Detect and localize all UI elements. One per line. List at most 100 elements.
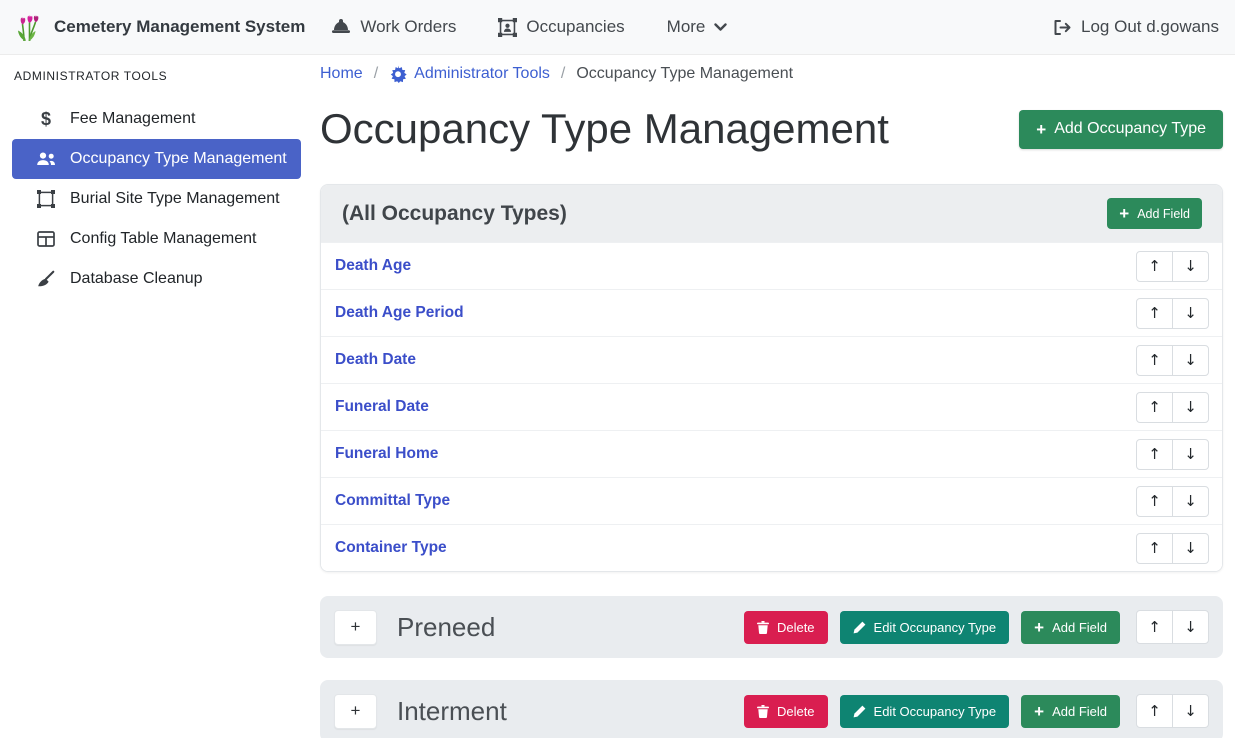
move-up-button[interactable]: ↑ xyxy=(1136,694,1173,728)
breadcrumb-separator: / xyxy=(374,65,378,83)
field-row: Death Age Period ↑ ↓ xyxy=(321,289,1222,336)
reorder-controls: ↑ ↓ xyxy=(1136,486,1209,517)
panel-add-field-button[interactable]: + Add Field xyxy=(1107,198,1202,229)
brand[interactable]: Cemetery Management System xyxy=(16,12,305,42)
breadcrumb-separator: / xyxy=(561,65,565,83)
add-field-label: Add Field xyxy=(1052,704,1107,719)
nav-item-label: Occupancies xyxy=(526,17,624,37)
field-link-death-age-period[interactable]: Death Age Period xyxy=(335,304,464,322)
trash-icon xyxy=(757,705,769,718)
tulip-logo-icon xyxy=(16,12,43,42)
sidebar-item-config-table-management[interactable]: Config Table Management xyxy=(12,219,301,259)
add-field-button[interactable]: + Add Field xyxy=(1021,695,1120,728)
sidebar-item-database-cleanup[interactable]: Database Cleanup xyxy=(12,259,301,299)
main-content: Home / Administrator Tools / Occupancy T… xyxy=(310,55,1235,738)
breadcrumb-label: Administrator Tools xyxy=(414,65,550,83)
reorder-controls: ↑ ↓ xyxy=(1136,251,1209,282)
move-down-button[interactable]: ↓ xyxy=(1172,345,1209,376)
occupancy-type-actions: Delete Edit Occupancy Type + Add Field xyxy=(744,610,1209,644)
brand-title: Cemetery Management System xyxy=(54,17,305,37)
nav-item-occupancies[interactable]: Occupancies xyxy=(498,17,624,37)
move-down-button[interactable]: ↓ xyxy=(1172,439,1209,470)
nav-item-more[interactable]: More xyxy=(667,17,728,37)
field-row: Container Type ↑ ↓ xyxy=(321,524,1222,571)
move-up-button[interactable]: ↑ xyxy=(1136,345,1173,376)
delete-button[interactable]: Delete xyxy=(744,611,828,644)
hard-hat-icon xyxy=(331,19,351,35)
add-occupancy-type-label: Add Occupancy Type xyxy=(1054,120,1206,138)
plus-icon: + xyxy=(1034,619,1044,636)
move-up-button[interactable]: ↑ xyxy=(1136,392,1173,423)
field-row: Funeral Home ↑ ↓ xyxy=(321,430,1222,477)
sidebar-item-burial-site-type-management[interactable]: Burial Site Type Management xyxy=(12,179,301,219)
move-down-button[interactable]: ↓ xyxy=(1172,533,1209,564)
field-link-death-date[interactable]: Death Date xyxy=(335,351,416,369)
breadcrumb: Home / Administrator Tools / Occupancy T… xyxy=(320,65,1223,83)
field-link-container-type[interactable]: Container Type xyxy=(335,539,447,557)
move-down-button[interactable]: ↓ xyxy=(1172,610,1209,644)
add-occupancy-type-button[interactable]: + Add Occupancy Type xyxy=(1019,110,1223,149)
breadcrumb-label: Home xyxy=(320,65,363,83)
add-field-button[interactable]: + Add Field xyxy=(1021,611,1120,644)
sidebar-item-occupancy-type-management[interactable]: Occupancy Type Management xyxy=(12,139,301,179)
move-up-button[interactable]: ↑ xyxy=(1136,610,1173,644)
chevron-down-icon xyxy=(714,23,727,32)
move-down-button[interactable]: ↓ xyxy=(1172,392,1209,423)
expand-button[interactable]: + xyxy=(334,694,377,729)
move-up-button[interactable]: ↑ xyxy=(1136,486,1173,517)
reorder-controls: ↑ ↓ xyxy=(1136,533,1209,564)
breadcrumb-home-link[interactable]: Home xyxy=(320,65,363,83)
breadcrumb-admin-tools-link[interactable]: Administrator Tools xyxy=(389,65,550,83)
app-window: Cemetery Management System Work Orders xyxy=(0,0,1235,738)
occupancy-type-name: Interment xyxy=(397,696,744,727)
reorder-controls: ↑ ↓ xyxy=(1136,694,1209,728)
edit-label: Edit Occupancy Type xyxy=(874,704,997,719)
delete-button[interactable]: Delete xyxy=(744,695,828,728)
edit-occupancy-type-button[interactable]: Edit Occupancy Type xyxy=(840,695,1010,728)
sidebar-item-fee-management[interactable]: $ Fee Management xyxy=(12,99,301,139)
edit-label: Edit Occupancy Type xyxy=(874,620,997,635)
field-row: Funeral Date ↑ ↓ xyxy=(321,383,1222,430)
move-down-button[interactable]: ↓ xyxy=(1172,486,1209,517)
occupancy-type-section-interment: + Interment Delete xyxy=(320,680,1223,738)
move-up-button[interactable]: ↑ xyxy=(1136,533,1173,564)
broom-icon xyxy=(36,270,56,288)
edit-occupancy-type-button[interactable]: Edit Occupancy Type xyxy=(840,611,1010,644)
gear-icon xyxy=(389,65,407,83)
expand-button[interactable]: + xyxy=(334,610,377,645)
navbar-menu: Work Orders Occupancies xyxy=(331,17,727,37)
nav-item-label: Work Orders xyxy=(360,17,456,37)
move-up-button[interactable]: ↑ xyxy=(1136,439,1173,470)
field-link-committal-type[interactable]: Committal Type xyxy=(335,492,450,510)
top-navbar: Cemetery Management System Work Orders xyxy=(0,0,1235,55)
users-icon xyxy=(36,152,56,166)
occupancy-type-section-preneed: + Preneed Delete xyxy=(320,596,1223,658)
move-down-button[interactable]: ↓ xyxy=(1172,298,1209,329)
logout-button[interactable]: Log Out d.gowans xyxy=(1053,17,1219,37)
occupancy-type-actions: Delete Edit Occupancy Type + Add Field xyxy=(744,694,1209,728)
sidebar-item-label: Database Cleanup xyxy=(70,270,203,288)
all-occupancy-types-panel: (All Occupancy Types) + Add Field Death … xyxy=(320,184,1223,572)
sidebar-item-label: Burial Site Type Management xyxy=(70,190,280,208)
field-row: Committal Type ↑ ↓ xyxy=(321,477,1222,524)
breadcrumb-current: Occupancy Type Management xyxy=(576,65,793,83)
dollar-icon: $ xyxy=(36,109,56,130)
reorder-controls: ↑ ↓ xyxy=(1136,610,1209,644)
sidebar-item-label: Occupancy Type Management xyxy=(70,150,287,168)
trash-icon xyxy=(757,621,769,634)
sidebar-item-label: Fee Management xyxy=(70,110,195,128)
field-link-funeral-date[interactable]: Funeral Date xyxy=(335,398,429,416)
move-down-button[interactable]: ↓ xyxy=(1172,694,1209,728)
field-row: Death Date ↑ ↓ xyxy=(321,336,1222,383)
move-up-button[interactable]: ↑ xyxy=(1136,251,1173,282)
nav-item-work-orders[interactable]: Work Orders xyxy=(331,17,456,37)
add-field-label: Add Field xyxy=(1137,207,1190,221)
move-down-button[interactable]: ↓ xyxy=(1172,251,1209,282)
move-up-button[interactable]: ↑ xyxy=(1136,298,1173,329)
field-link-death-age[interactable]: Death Age xyxy=(335,257,411,275)
vector-square-icon xyxy=(36,190,56,208)
sidebar-item-label: Config Table Management xyxy=(70,230,257,248)
field-link-funeral-home[interactable]: Funeral Home xyxy=(335,445,438,463)
reorder-controls: ↑ ↓ xyxy=(1136,298,1209,329)
occupancy-type-name: Preneed xyxy=(397,612,744,643)
